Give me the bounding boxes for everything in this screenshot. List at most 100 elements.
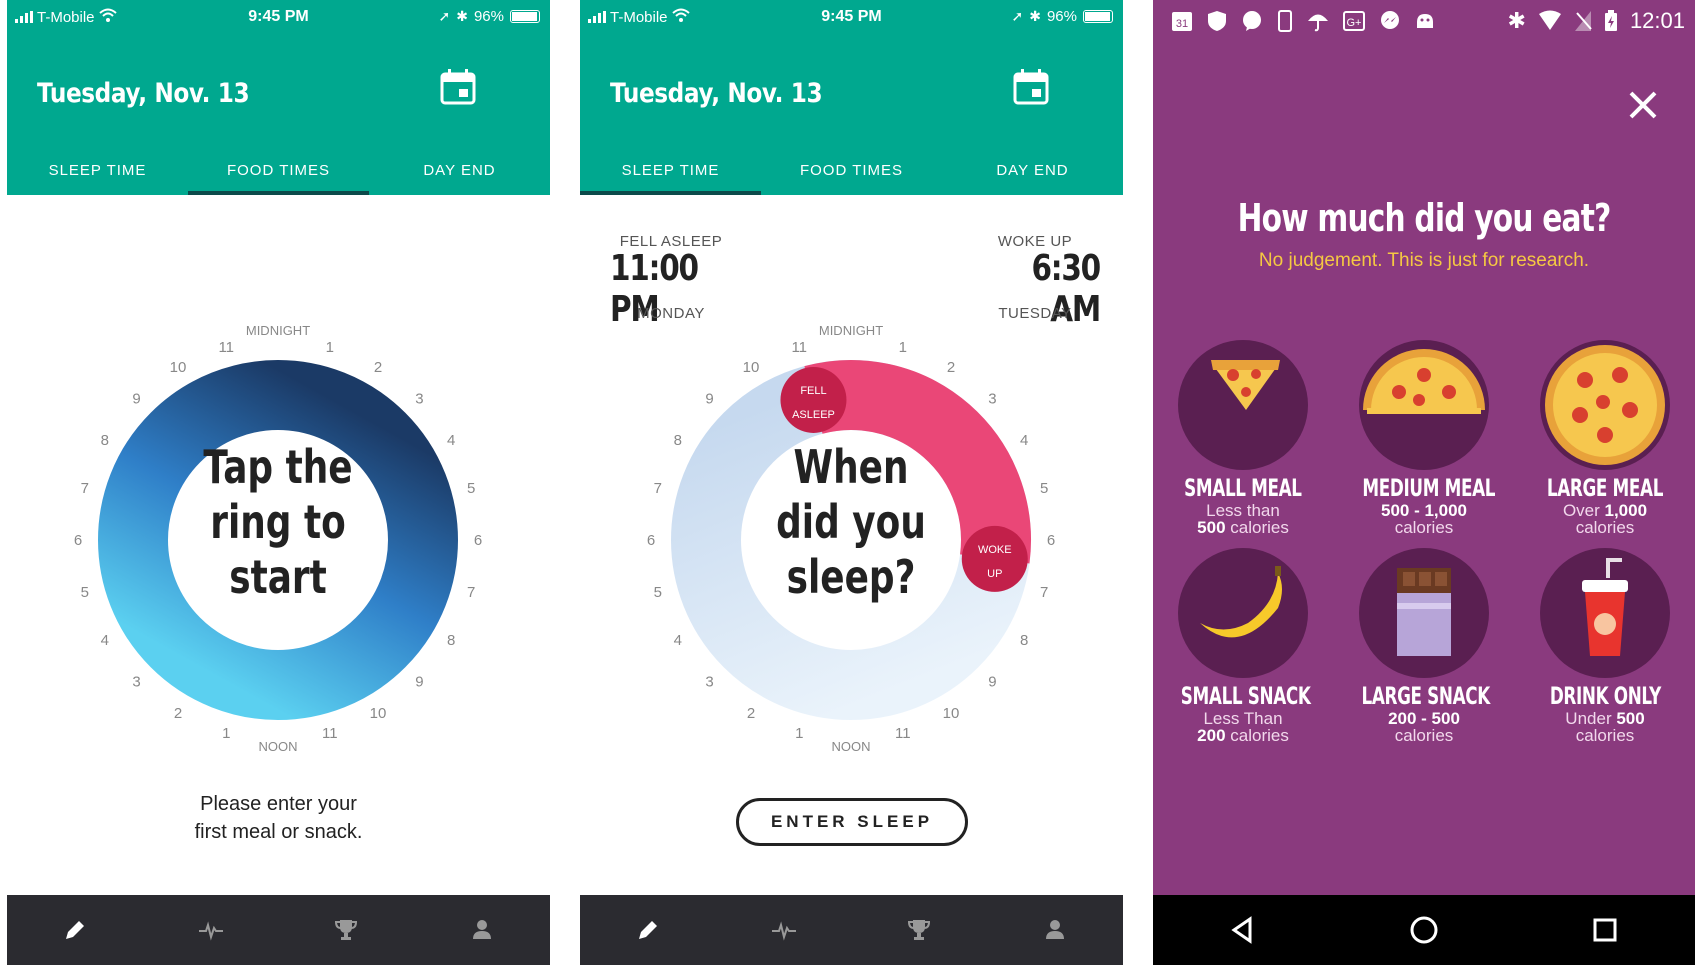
tab-food-times[interactable]: FOOD TIMES bbox=[188, 152, 369, 195]
pulse-icon bbox=[198, 921, 223, 941]
half-pizza-icon bbox=[1363, 349, 1485, 414]
nav-rewards[interactable] bbox=[279, 895, 415, 965]
hour-label: 7 bbox=[81, 480, 89, 497]
person-icon bbox=[1046, 920, 1065, 939]
hour-label: 10 bbox=[370, 705, 387, 722]
nav-profile[interactable] bbox=[987, 895, 1123, 965]
hour-label: 2 bbox=[174, 705, 182, 722]
hour-label: 9 bbox=[415, 673, 423, 690]
page-title: How much did you eat? bbox=[1153, 196, 1695, 240]
hour-label: 5 bbox=[1040, 480, 1048, 497]
enter-sleep-button[interactable]: ENTER SLEEP bbox=[736, 798, 968, 846]
midnight-label: MIDNIGHT bbox=[246, 323, 310, 338]
nav-log[interactable] bbox=[580, 895, 716, 965]
meal-desc: 500 calories bbox=[1197, 518, 1289, 537]
hour-label: 9 bbox=[132, 391, 140, 408]
hour-label: 11 bbox=[895, 725, 911, 742]
meal-prompt: Please enter your first meal or snack. bbox=[7, 790, 550, 846]
soda-cup-icon bbox=[1582, 558, 1628, 656]
meal-desc: calories bbox=[1575, 518, 1635, 537]
hour-label: 9 bbox=[705, 391, 713, 408]
hour-label: 5 bbox=[81, 584, 89, 601]
meal-option-small-meal[interactable]: SMALL MEAL Less than 500 calories bbox=[1153, 340, 1333, 536]
ring-prompt-line: When bbox=[793, 441, 908, 495]
ring-prompt-line: sleep? bbox=[787, 551, 916, 605]
pulse-icon bbox=[771, 921, 796, 941]
app-header: T-Mobile 9:45 PM ➚ ✱ 96% Tuesday, Nov. 1… bbox=[580, 0, 1123, 195]
close-button[interactable] bbox=[1623, 85, 1663, 125]
meal-name: LARGE MEAL bbox=[1546, 474, 1664, 502]
tab-food-times[interactable]: FOOD TIMES bbox=[761, 152, 942, 195]
tab-sleep-time[interactable]: SLEEP TIME bbox=[580, 152, 761, 195]
umbrella-icon bbox=[1308, 14, 1328, 32]
hour-label: 2 bbox=[747, 705, 755, 722]
handle-label: UP bbox=[987, 568, 1002, 580]
meal-option-medium-meal[interactable]: MEDIUM MEAL 500 - 1,000 calories bbox=[1334, 340, 1514, 536]
hour-label: 10 bbox=[743, 359, 760, 376]
hour-label: 1 bbox=[222, 725, 230, 742]
meal-disc bbox=[1178, 340, 1308, 470]
nav-activity[interactable] bbox=[143, 895, 279, 965]
meal-option-small-snack[interactable]: SMALL SNACK Less Than 200 calories bbox=[1153, 548, 1333, 744]
noon-label: NOON bbox=[259, 739, 298, 754]
hour-label: 4 bbox=[1020, 432, 1028, 449]
home-icon bbox=[1410, 916, 1438, 944]
meal-desc: 200 - 500 bbox=[1388, 709, 1460, 728]
meal-option-large-snack[interactable]: LARGE SNACK 200 - 500 calories bbox=[1334, 548, 1514, 744]
hour-label: 8 bbox=[101, 432, 109, 449]
meal-disc bbox=[1359, 548, 1489, 678]
nav-back-button[interactable] bbox=[1153, 895, 1334, 965]
clock-ring[interactable]: 12345678910111234567891011 MIDNIGHT NOON… bbox=[631, 305, 1071, 765]
prompt-line: first meal or snack. bbox=[194, 821, 363, 843]
pizza-slice-icon bbox=[1211, 360, 1280, 410]
hour-label: 6 bbox=[74, 532, 82, 549]
meal-option-drink-only[interactable]: DRINK ONLY Under 500 calories bbox=[1515, 548, 1695, 744]
nav-home-button[interactable] bbox=[1334, 895, 1515, 965]
tab-sleep-time[interactable]: SLEEP TIME bbox=[7, 152, 188, 195]
hour-label: 10 bbox=[170, 359, 187, 376]
trophy-icon bbox=[335, 920, 358, 940]
ring-prompt-line: ring to bbox=[210, 496, 346, 550]
nav-activity[interactable] bbox=[716, 895, 852, 965]
clock-ring[interactable]: 12345678910111234567891011 MIDNIGHT NOON… bbox=[58, 305, 498, 765]
status-bar: T-Mobile 9:45 PM ➚ ✱ 96% bbox=[7, 0, 550, 34]
nav-profile[interactable] bbox=[414, 895, 550, 965]
fell-asleep-handle[interactable]: FELL ASLEEP bbox=[780, 366, 847, 433]
bluetooth-icon: ✱ bbox=[1029, 8, 1041, 24]
back-icon bbox=[1231, 916, 1252, 944]
bottom-nav bbox=[7, 895, 550, 965]
noon-label: NOON bbox=[832, 739, 871, 754]
nav-recents-button[interactable] bbox=[1514, 895, 1695, 965]
tab-day-end[interactable]: DAY END bbox=[942, 152, 1123, 195]
meal-desc: 200 calories bbox=[1197, 726, 1289, 745]
app-header: T-Mobile 9:45 PM ➚ ✱ 96% Tuesday, Nov. 1… bbox=[7, 0, 550, 195]
calendar-icon[interactable] bbox=[439, 68, 477, 106]
ring-prompt-line: Tap the bbox=[203, 441, 352, 495]
hour-label: 11 bbox=[322, 725, 338, 742]
calendar-notification-icon: 31 bbox=[1172, 12, 1192, 31]
close-icon bbox=[1629, 91, 1657, 119]
hour-label: 8 bbox=[1020, 632, 1028, 649]
messenger-icon bbox=[1381, 11, 1399, 29]
ring-prompt-line: did you bbox=[776, 496, 926, 550]
prompt-line: Please enter your bbox=[200, 793, 357, 815]
nav-log[interactable] bbox=[7, 895, 143, 965]
no-signal-icon bbox=[1574, 11, 1592, 31]
meal-option-large-meal[interactable]: LARGE MEAL Over 1,000 calories bbox=[1515, 340, 1695, 536]
meal-desc: Less than bbox=[1206, 501, 1280, 520]
tab-day-end[interactable]: DAY END bbox=[369, 152, 550, 195]
android-icon bbox=[1417, 14, 1433, 28]
woke-up-handle[interactable]: WOKE UP bbox=[961, 525, 1028, 592]
meal-disc bbox=[1178, 548, 1308, 678]
bottom-nav bbox=[580, 895, 1123, 965]
hour-label: 7 bbox=[467, 584, 475, 601]
trophy-icon bbox=[908, 920, 931, 940]
nav-rewards[interactable] bbox=[852, 895, 988, 965]
calendar-icon[interactable] bbox=[1012, 68, 1050, 106]
meal-desc: 500 - 1,000 bbox=[1380, 501, 1467, 520]
svg-text:G+: G+ bbox=[1347, 17, 1362, 29]
hour-label: 8 bbox=[447, 632, 455, 649]
hour-label: 6 bbox=[474, 532, 482, 549]
svg-text:31: 31 bbox=[1176, 18, 1188, 30]
meal-disc bbox=[1359, 340, 1489, 470]
